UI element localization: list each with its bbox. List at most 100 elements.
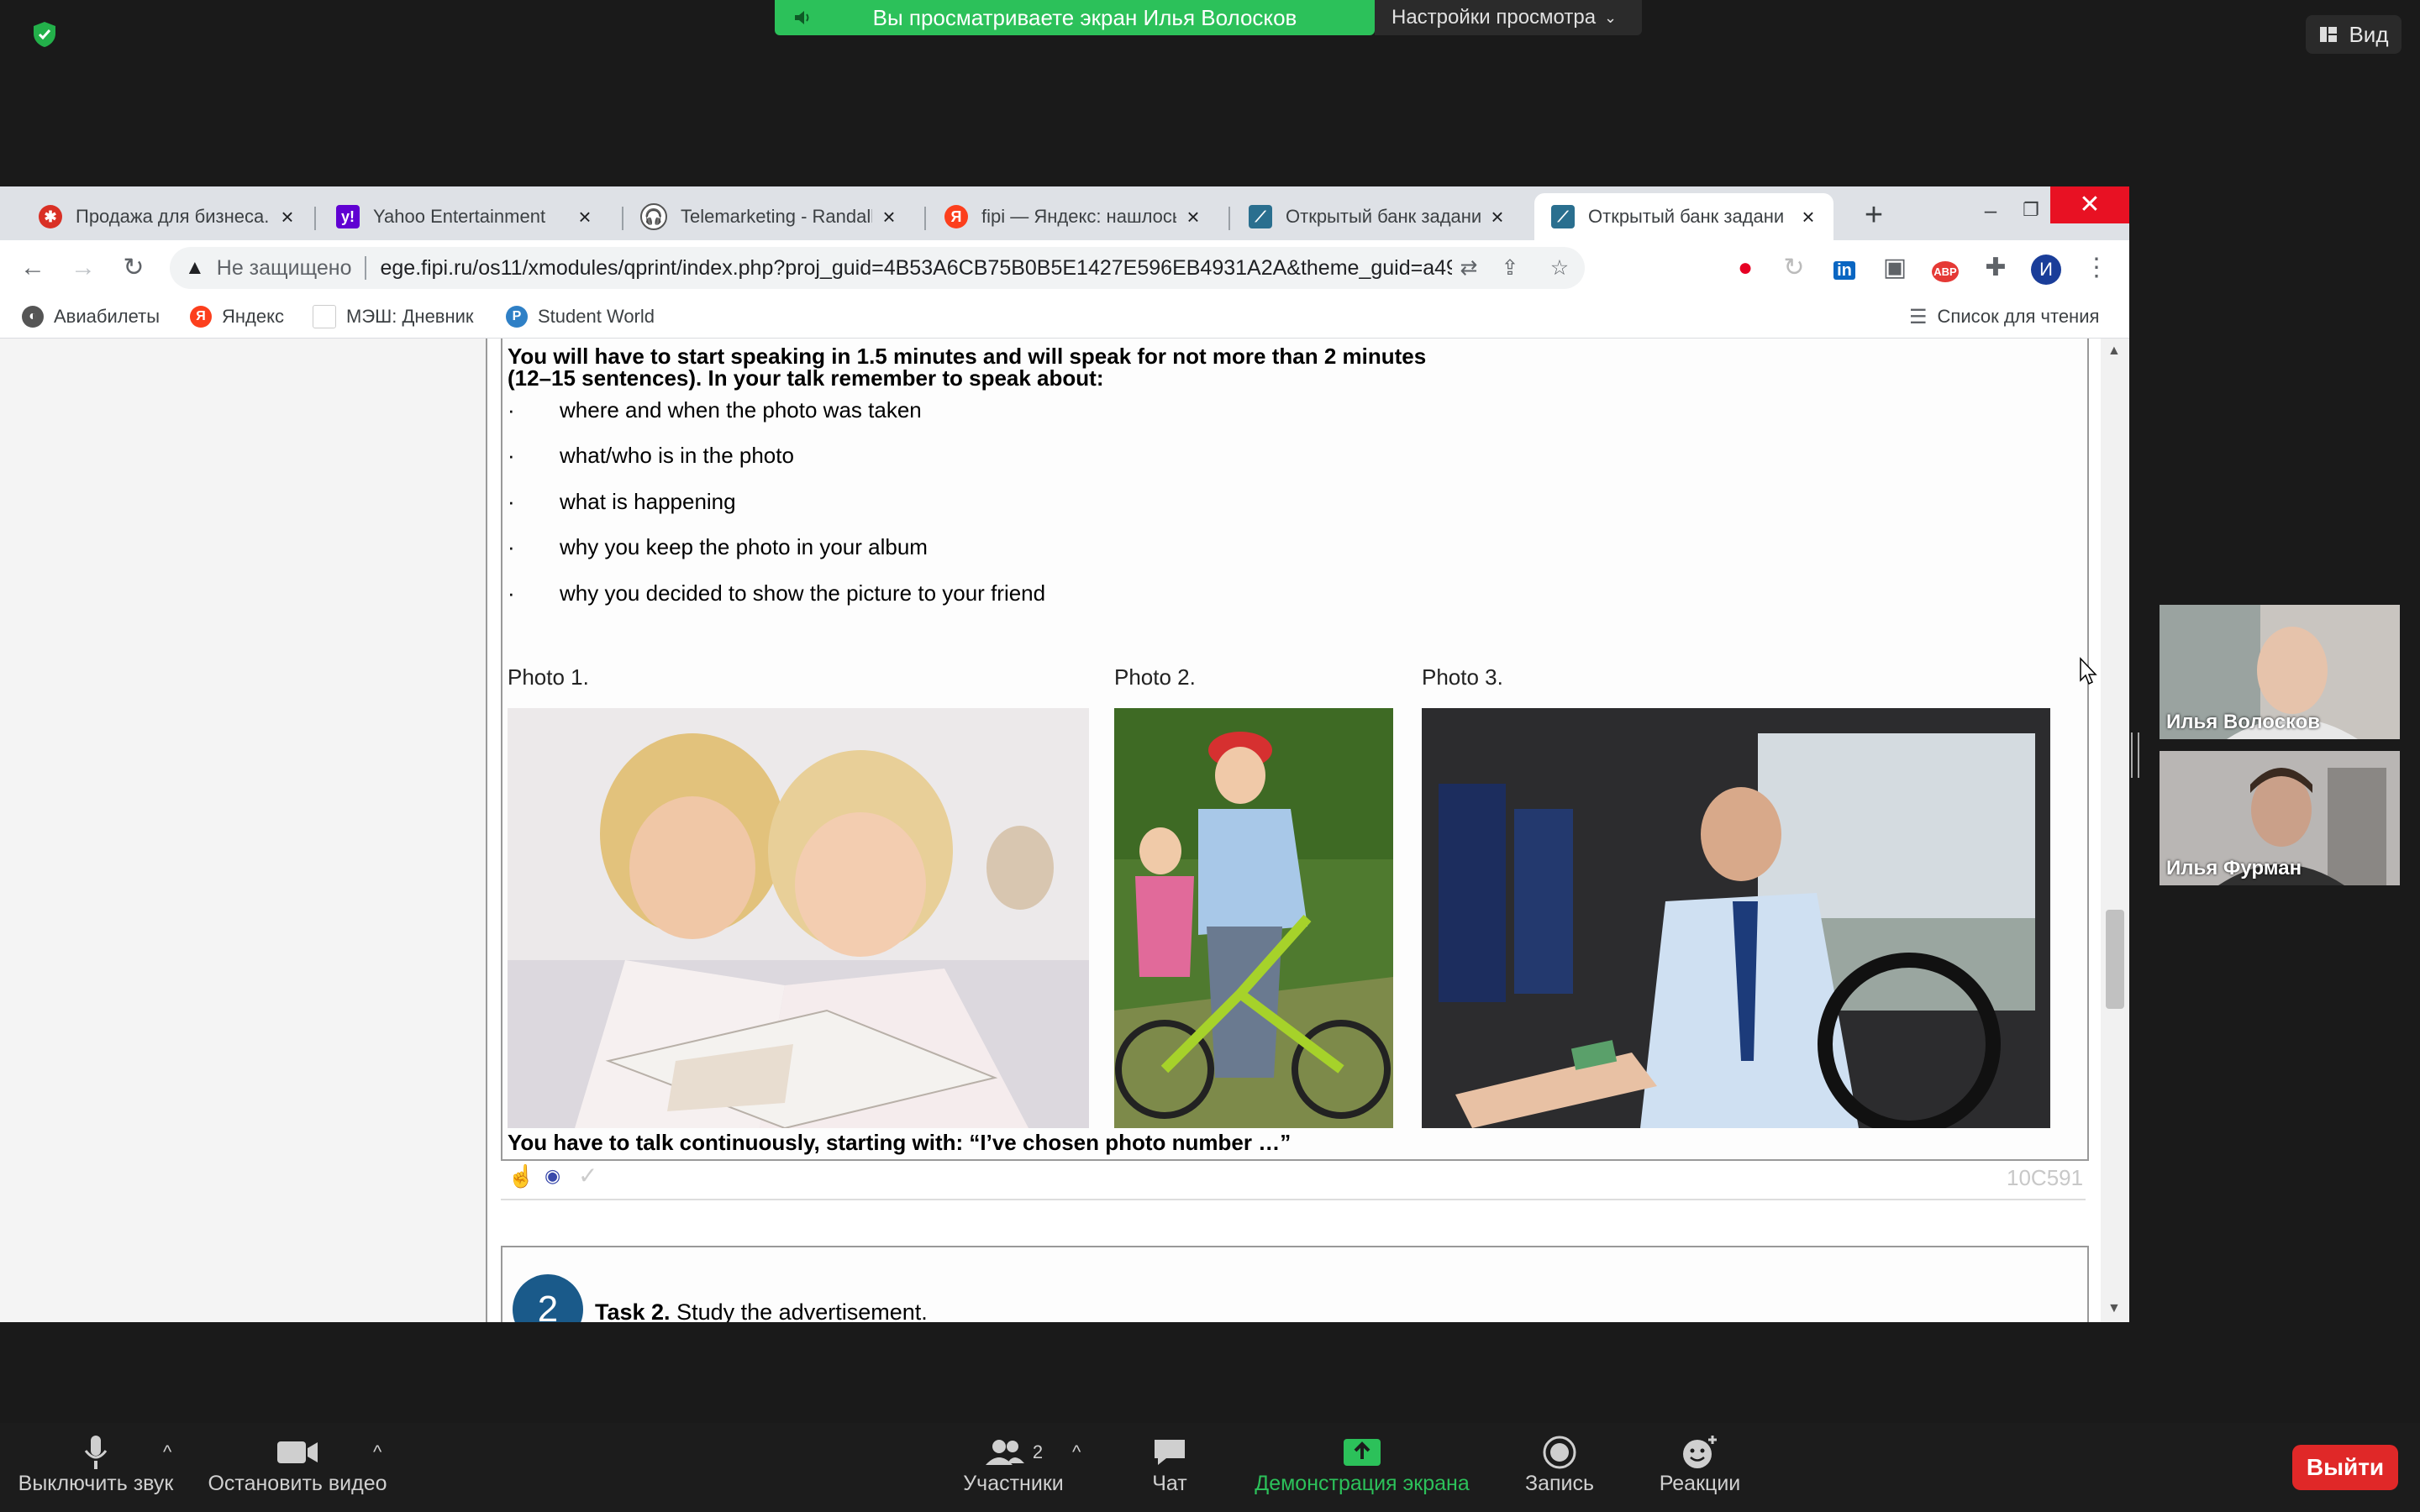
view-settings-label: Настройки просмотра bbox=[1392, 6, 1597, 29]
close-icon[interactable]: × bbox=[1183, 204, 1203, 230]
vertical-scrollbar[interactable] bbox=[2101, 339, 2129, 1322]
video-options-caret-icon[interactable]: ^ bbox=[373, 1441, 381, 1463]
splitter-handle[interactable] bbox=[2131, 732, 2139, 778]
participant-name: Илья Фурман bbox=[2166, 857, 2302, 879]
mute-label: Выключить звук bbox=[18, 1472, 174, 1495]
extension-refresh-icon[interactable]: ↻ bbox=[1778, 252, 1810, 284]
mute-button[interactable]: Выключить звук bbox=[13, 1433, 178, 1496]
photo-1-label: Photo 1. bbox=[508, 664, 589, 690]
globe-icon: ◐ bbox=[22, 306, 44, 328]
not-secure-label: Не защищено bbox=[216, 255, 352, 280]
reactions-button[interactable]: Реакции bbox=[1649, 1433, 1751, 1496]
star-icon[interactable]: ☆ bbox=[1534, 255, 1585, 281]
translate-icon[interactable]: ⇄ bbox=[1452, 255, 1486, 281]
chat-label: Чат bbox=[1152, 1472, 1187, 1495]
photo-3-label: Photo 3. bbox=[1422, 664, 1503, 690]
address-bar[interactable]: ▲ Не защищено ege.fipi.ru/os11/xmodules/… bbox=[170, 247, 1585, 289]
intro-line-1: You will have to start speaking in 1.5 m… bbox=[508, 344, 1427, 369]
participants-count: 2 bbox=[1032, 1441, 1044, 1462]
participant-name: Илья Волосков bbox=[2166, 711, 2321, 733]
bullet-item: · why you keep the photo in your album bbox=[508, 534, 928, 559]
stop-video-label: Остановить видео bbox=[208, 1472, 387, 1495]
participants-caret-icon[interactable]: ^ bbox=[1072, 1441, 1081, 1463]
participant-video-2[interactable]: Илья Фурман bbox=[2160, 751, 2400, 885]
browser-window: ✱ Продажа для бизнеса. E × y! Yahoo Ente… bbox=[0, 186, 2129, 1322]
view-settings-dropdown[interactable]: Настройки просмотра ⌄ bbox=[1375, 0, 1642, 35]
extension-icon[interactable]: ▣ bbox=[1879, 252, 1911, 284]
scroll-up-arrow-icon[interactable]: ▲ bbox=[2107, 344, 2121, 359]
bookmark-yandex[interactable]: Я Яндекс bbox=[190, 302, 284, 331]
close-icon[interactable]: × bbox=[879, 204, 899, 230]
speaker-icon bbox=[795, 11, 809, 24]
leave-meeting-button[interactable]: Выйти bbox=[2292, 1445, 2398, 1490]
url-text: ege.fipi.ru/os11/xmodules/qprint/index.p… bbox=[380, 255, 1452, 280]
scroll-down-arrow-icon[interactable]: ▼ bbox=[2107, 1301, 2121, 1316]
share-banner-text: Вы просматриваете экран Илья Волосков bbox=[872, 4, 1297, 30]
bookmark-label: МЭШ: Дневник bbox=[346, 306, 474, 327]
tab-1[interactable]: ✱ Продажа для бизнеса. E × bbox=[22, 193, 313, 240]
tab-title: Yahoo Entertainment bbox=[373, 206, 546, 227]
share-screen-button[interactable]: Демонстрация экрана bbox=[1249, 1433, 1476, 1496]
record-button[interactable]: Запись bbox=[1518, 1433, 1602, 1496]
tab-5[interactable]: ⟋ Открытый банк задани × bbox=[1232, 193, 1523, 240]
tab-strip: ✱ Продажа для бизнеса. E × y! Yahoo Ente… bbox=[0, 186, 2129, 240]
task-2-heading: Task 2. Study the advertisement. bbox=[595, 1299, 928, 1322]
pinterest-icon[interactable]: ● bbox=[1729, 252, 1761, 284]
blank-page-icon bbox=[313, 305, 336, 328]
tab-2[interactable]: y! Yahoo Entertainment × bbox=[319, 193, 610, 240]
participant-video-1[interactable]: Илья Волосков bbox=[2160, 605, 2400, 739]
minimize-button[interactable]: – bbox=[1970, 193, 2012, 227]
yandex-favicon: Я bbox=[944, 205, 968, 228]
chat-bubble-icon bbox=[1155, 1440, 1185, 1465]
close-icon[interactable]: × bbox=[1487, 204, 1507, 230]
participants-icon bbox=[985, 1440, 1024, 1465]
tab-3[interactable]: 🎧 Telemarketing - Randall' × bbox=[623, 193, 914, 240]
reload-icon[interactable]: ↻ bbox=[118, 252, 150, 284]
bookmark-student-world[interactable]: P Student World bbox=[506, 302, 655, 331]
close-icon[interactable]: × bbox=[277, 204, 297, 230]
divider bbox=[501, 1199, 2086, 1200]
back-arrow-icon[interactable]: ← bbox=[17, 252, 49, 284]
checkmark-icon[interactable]: ✓ bbox=[578, 1162, 597, 1189]
bookmark-aviabilety[interactable]: ◐ Авиабилеты bbox=[22, 302, 160, 331]
bookmark-label: Student World bbox=[538, 306, 655, 327]
audio-options-caret-icon[interactable]: ^ bbox=[163, 1441, 171, 1463]
adblock-icon[interactable]: ABP bbox=[1929, 252, 1961, 284]
bookmark-label: Яндекс bbox=[222, 306, 284, 327]
close-icon[interactable]: × bbox=[575, 204, 595, 230]
close-icon[interactable]: × bbox=[1798, 204, 1818, 230]
bookmark-label: Авиабилеты bbox=[54, 306, 160, 327]
profile-avatar[interactable]: И bbox=[2030, 252, 2062, 285]
layout-grid-icon bbox=[2320, 27, 2338, 42]
new-tab-button[interactable]: + bbox=[1854, 195, 1894, 235]
window-close-button[interactable]: ✕ bbox=[2050, 186, 2129, 223]
photo-2-label: Photo 2. bbox=[1114, 664, 1196, 690]
share-icon[interactable]: ⇪ bbox=[1486, 255, 1534, 281]
more-menu-icon[interactable]: ⋮ bbox=[2081, 252, 2112, 284]
reading-list-icon: ☰ bbox=[1909, 305, 1928, 328]
forward-arrow-icon[interactable]: → bbox=[67, 252, 99, 284]
student-world-icon: P bbox=[506, 306, 528, 328]
security-shield-icon[interactable] bbox=[30, 20, 59, 49]
scroll-thumb[interactable] bbox=[2106, 910, 2124, 1009]
participants-button[interactable]: 2 Участники bbox=[958, 1433, 1069, 1496]
restore-button[interactable]: ❐ bbox=[2010, 193, 2052, 227]
eye-icon[interactable]: ◉ bbox=[544, 1165, 560, 1187]
chat-button[interactable]: Чат bbox=[1129, 1433, 1210, 1496]
chevron-down-icon: ⌄ bbox=[1604, 8, 1618, 26]
closing-instruction: You have to talk continuously, starting … bbox=[508, 1130, 1292, 1155]
view-button[interactable]: Вид bbox=[2306, 15, 2402, 54]
yandex-icon: Я bbox=[190, 306, 212, 328]
reading-list-label: Список для чтения bbox=[1937, 306, 2100, 327]
tab-6-active[interactable]: ⟋ Открытый банк задани × bbox=[1534, 193, 1833, 240]
tab-4[interactable]: Я fipi — Яндекс: нашлось × bbox=[928, 193, 1218, 240]
linkedin-icon[interactable]: in bbox=[1828, 252, 1860, 284]
puzzle-extensions-icon[interactable]: ✚ bbox=[1980, 252, 2012, 284]
tab-title: fipi — Яндекс: нашлось bbox=[981, 206, 1176, 227]
microphone-icon bbox=[84, 1436, 108, 1469]
screen-share-banner: Вы просматриваете экран Илья Волосков bbox=[775, 0, 1375, 35]
pointer-hand-icon[interactable]: ☝ bbox=[508, 1163, 534, 1189]
reading-list-button[interactable]: ☰ Список для чтения bbox=[1909, 302, 2099, 331]
stop-video-button[interactable]: Остановить видео bbox=[205, 1433, 390, 1496]
bookmark-mesh-dnevnik[interactable]: МЭШ: Дневник bbox=[313, 302, 474, 331]
